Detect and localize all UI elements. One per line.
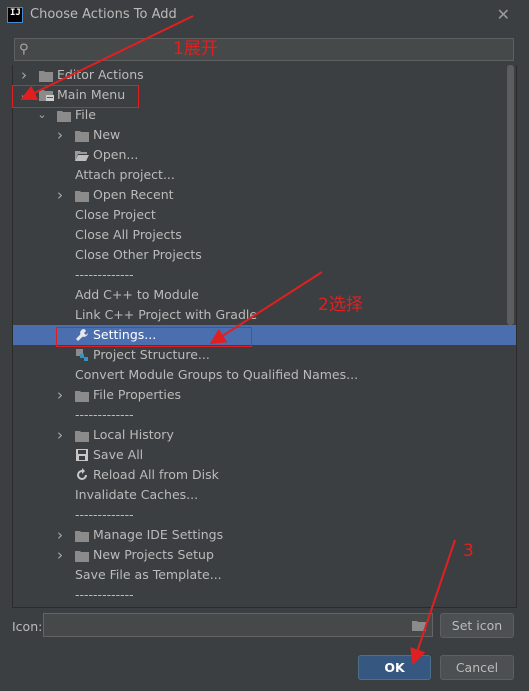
arrow-to-ok [410, 539, 456, 665]
arrow-to-main-menu [20, 15, 194, 100]
arrow-to-settings [209, 271, 323, 345]
annotation-arrows [20, 15, 456, 665]
